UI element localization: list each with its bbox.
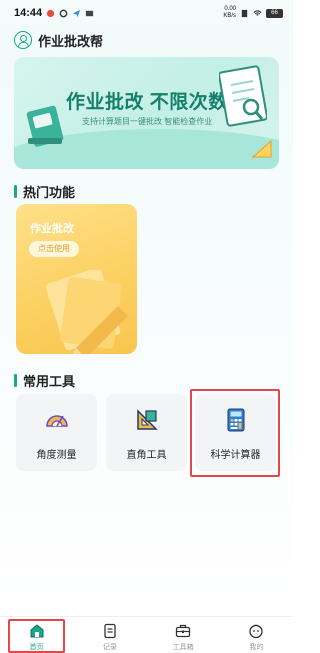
notification-app-icon <box>47 9 55 17</box>
protractor-icon <box>45 415 68 427</box>
worksheet-icon <box>219 65 267 127</box>
status-right: 0.00 KB/s 66 <box>223 6 283 20</box>
tool-label: 科学计算器 <box>210 450 261 461</box>
tools-section-label: 常用工具 <box>23 374 76 389</box>
tool-label: 直角工具 <box>126 450 167 461</box>
toolbox-icon <box>175 624 191 638</box>
banner-subtitle: 支持计算题目一键批改 智能检查作业 <box>82 117 213 126</box>
network-speed-unit: KB/s <box>223 13 236 19</box>
document-icon <box>104 623 116 639</box>
status-left: 14:44 <box>14 7 94 19</box>
pencil-paper-icon <box>45 270 128 354</box>
tab-toolbox[interactable]: 工具箱 <box>147 617 220 653</box>
status-time: 14:44 <box>14 7 43 19</box>
book-icon <box>26 105 64 147</box>
bluetooth-icon <box>241 9 248 17</box>
battery-icon: 66 <box>266 8 283 18</box>
calculator-icon <box>227 408 244 432</box>
homework-grading-card[interactable]: 作业批改 点击使用 <box>16 204 137 354</box>
app-title: 作业批改帮 <box>38 33 104 49</box>
tab-records-label: 记录 <box>102 644 117 651</box>
tools-section-title: 常用工具 <box>14 371 75 390</box>
send-icon <box>73 9 81 17</box>
hot-section-label: 热门功能 <box>23 185 76 200</box>
home-icon <box>30 624 44 638</box>
network-speed: 0.00 KB/s <box>223 6 236 20</box>
tab-home[interactable]: 首页 <box>0 617 73 653</box>
tab-profile[interactable]: 我的 <box>220 617 293 653</box>
avatar-icon[interactable] <box>14 31 32 49</box>
triangle-ruler-icon <box>251 139 272 158</box>
tab-records[interactable]: 记录 <box>73 617 146 653</box>
banner-title: 作业批改 不限次数 <box>66 92 228 113</box>
section-accent-bar <box>14 374 17 387</box>
use-now-button[interactable]: 点击使用 <box>29 241 79 257</box>
tool-right-angle[interactable]: 直角工具 <box>106 394 187 471</box>
tool-angle-measure[interactable]: 角度测量 <box>16 394 97 471</box>
status-bar: 14:44 0.00 KB/s 66 <box>0 0 293 26</box>
wifi-icon <box>253 9 262 16</box>
set-square-icon <box>136 409 158 430</box>
hot-section-title: 热门功能 <box>14 182 75 201</box>
profile-icon <box>249 624 264 639</box>
section-accent-bar <box>14 185 17 198</box>
app-header: 作业批改帮 <box>14 30 103 50</box>
bottom-tab-bar: 首页 记录 工具箱 我的 <box>0 616 293 653</box>
tool-scientific-calculator[interactable]: 科学计算器 <box>195 394 276 471</box>
tab-profile-label: 我的 <box>249 644 264 651</box>
tool-label: 角度测量 <box>36 450 77 461</box>
mail-icon <box>86 10 94 16</box>
network-speed-value: 0.00 <box>224 6 236 12</box>
sync-icon <box>59 9 68 17</box>
feature-card-title: 作业批改 <box>30 223 74 235</box>
tab-home-label: 首页 <box>29 644 44 651</box>
tab-toolbox-label: 工具箱 <box>172 644 194 651</box>
promo-banner[interactable]: 作业批改 不限次数 支持计算题目一键批改 智能检查作业 <box>14 57 279 169</box>
